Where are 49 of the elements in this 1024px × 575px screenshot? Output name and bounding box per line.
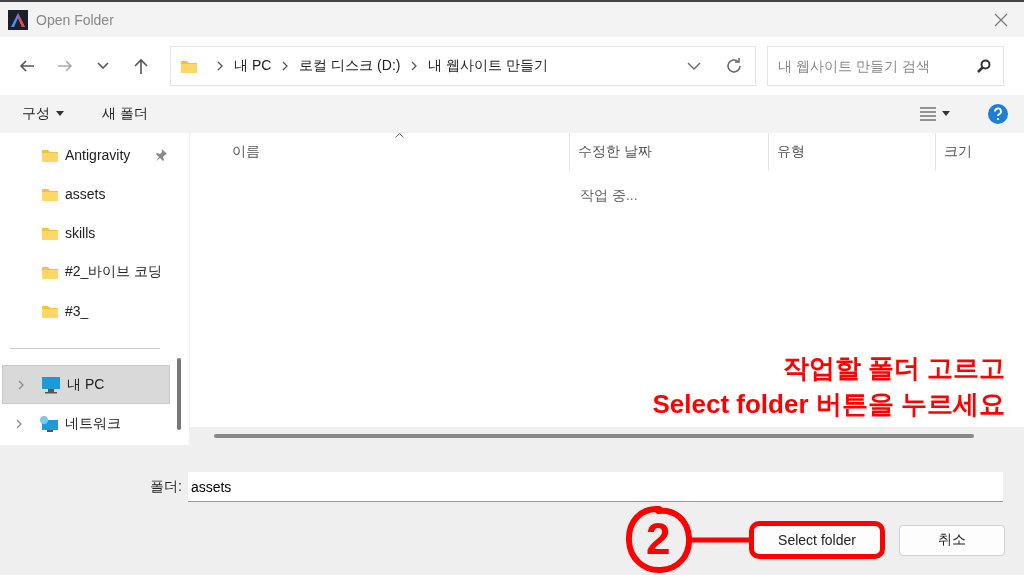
organize-menu-button[interactable]: 구성 — [14, 100, 72, 127]
chevron-down-icon — [97, 62, 109, 70]
up-arrow-icon — [132, 56, 150, 75]
step-circle-drawing — [624, 505, 694, 575]
help-icon[interactable] — [988, 103, 1008, 124]
chevron-down-icon[interactable] — [687, 61, 701, 70]
sidebar-item[interactable]: #2_바이브 코딩 — [0, 252, 170, 291]
column-header[interactable]: 크기 — [936, 133, 1024, 171]
annotation-text: Select folder 버튼을 누르세요 — [651, 388, 1005, 421]
search-icon[interactable] — [976, 57, 992, 74]
address-bar[interactable]: 내 PC 로컬 디스크 (D:) 내 웹사이트 만들기 — [170, 45, 756, 86]
list-view-icon — [920, 106, 936, 121]
column-header[interactable]: 수정한 날짜 — [570, 133, 769, 171]
chevron-right-icon — [17, 379, 25, 390]
chevron-right-icon — [216, 60, 224, 71]
step-number: 2 — [646, 513, 671, 565]
dropdown-caret-icon — [942, 111, 950, 117]
chevron-right-icon — [15, 418, 23, 429]
sidebar-item[interactable]: #3_ — [0, 291, 170, 330]
sidebar-item[interactable]: skills — [0, 213, 170, 252]
select-folder-button[interactable]: Select folder — [749, 521, 885, 559]
sidebar-item[interactable]: 네트워크 — [0, 404, 170, 443]
field-label: 폴더: — [150, 478, 182, 496]
scrollbar-thumb[interactable] — [177, 358, 181, 430]
sidebar-item[interactable]: assets — [0, 174, 170, 213]
monitor-icon — [41, 375, 61, 394]
sort-caret-icon — [394, 133, 404, 138]
breadcrumb-item[interactable]: 내 PC — [234, 56, 272, 75]
annotation-text: 작업할 폴더 고르고 — [781, 352, 1005, 385]
chevron-right-icon — [281, 60, 290, 71]
app-logo-icon — [8, 9, 28, 30]
cancel-button[interactable]: 취소 — [899, 524, 1005, 556]
dropdown-caret-icon — [56, 111, 64, 117]
new-folder-button[interactable]: 새 폴더 — [94, 100, 156, 127]
close-icon — [994, 12, 1008, 27]
search-field[interactable]: 내 웹사이트 만들기 검색 — [767, 45, 1004, 86]
folder-name-field[interactable]: assets — [187, 472, 1003, 502]
scrollbar-thumb[interactable] — [214, 434, 974, 438]
breadcrumb-item[interactable]: 로컬 디스크 (D:) — [299, 56, 401, 75]
breadcrumb-item[interactable]: 내 웹사이트 만들기 — [428, 56, 549, 75]
window-title: Open Folder — [36, 11, 115, 28]
chevron-right-icon — [410, 60, 419, 71]
refresh-icon[interactable] — [725, 56, 743, 75]
column-header[interactable]: 유형 — [769, 133, 936, 171]
network-icon — [39, 414, 59, 433]
column-header[interactable]: 이름 — [190, 133, 570, 171]
sidebar-item[interactable]: Antigravity — [0, 135, 170, 174]
sidebar-item[interactable]: 내 PC — [2, 365, 170, 404]
status-text: 작업 중... — [579, 187, 639, 205]
